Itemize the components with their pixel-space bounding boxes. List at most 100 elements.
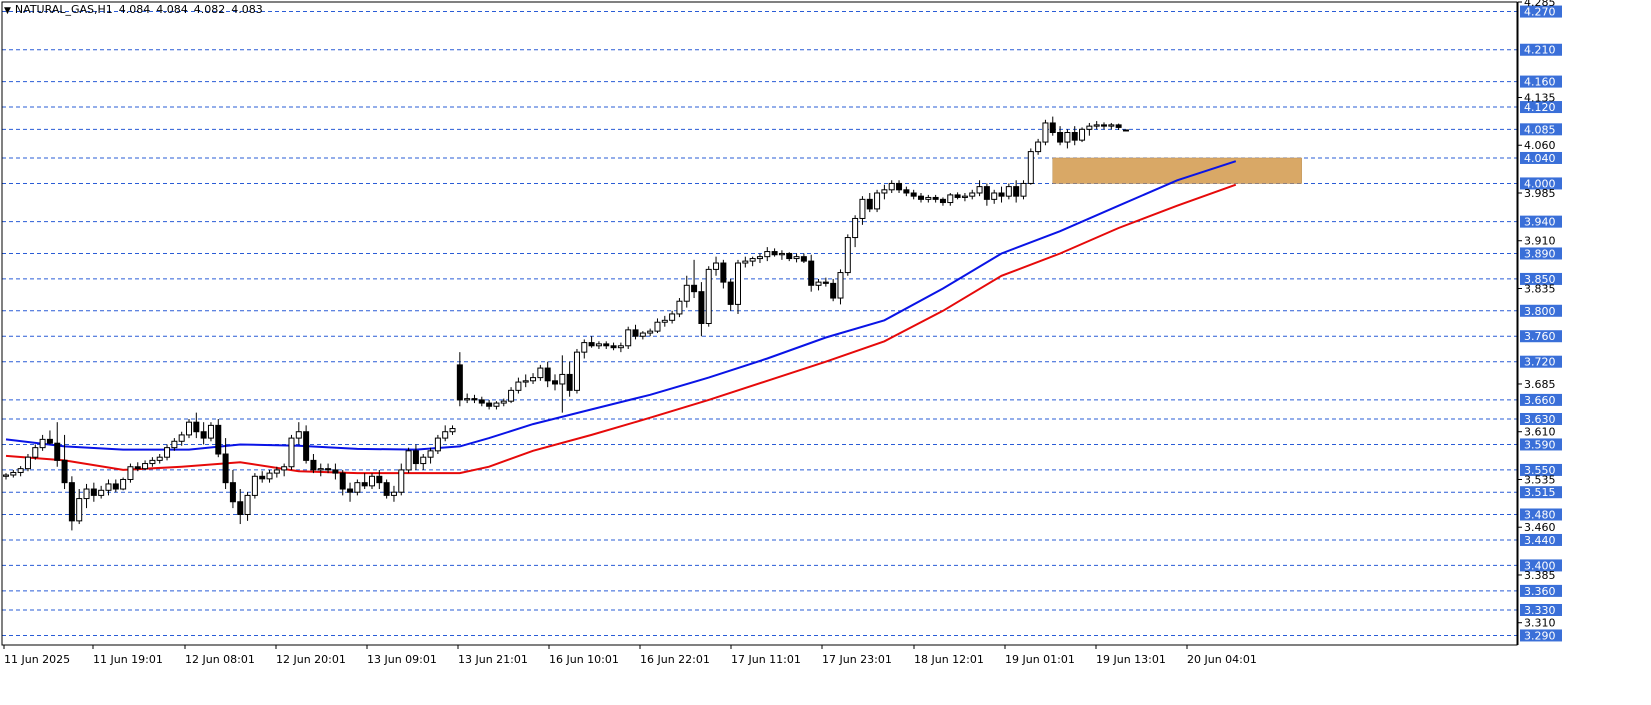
close-value: 4.083 bbox=[231, 3, 263, 16]
candle-body bbox=[471, 398, 478, 401]
chart-root: 4.270 4.210 4.160 4.120 4.085 4.040 4.000 3.940… bbox=[0, 0, 1651, 705]
candle-body bbox=[654, 321, 661, 332]
y-tick-label: 3.460 bbox=[1524, 521, 1556, 534]
candle-body bbox=[1115, 124, 1122, 128]
candle-body bbox=[661, 319, 668, 323]
x-tick-label: 11 Jun 2025 bbox=[4, 653, 70, 666]
candle-body bbox=[398, 469, 405, 493]
candle-body bbox=[1035, 141, 1042, 153]
candle-body bbox=[866, 198, 873, 210]
level-label: 3.890 bbox=[1524, 247, 1556, 260]
candle-body bbox=[559, 373, 566, 385]
y-tick-label: 4.285 bbox=[1524, 0, 1556, 9]
low-value: 4.082 bbox=[193, 3, 226, 16]
candle-body bbox=[925, 196, 932, 200]
candle-body bbox=[76, 498, 83, 522]
chevron-down-icon[interactable]: ▼ bbox=[4, 6, 11, 16]
level-label: 3.590 bbox=[1524, 438, 1556, 451]
candle-body bbox=[822, 281, 829, 284]
level-label: 4.085 bbox=[1524, 123, 1556, 136]
candle-body bbox=[705, 268, 712, 324]
candle-body bbox=[998, 192, 1005, 197]
x-tick-label: 12 Jun 08:01 bbox=[185, 653, 255, 666]
candle-body bbox=[1020, 182, 1027, 197]
candle-body bbox=[17, 468, 24, 473]
candle-body bbox=[683, 284, 690, 302]
candle-body bbox=[361, 482, 368, 487]
candle-body bbox=[46, 438, 53, 444]
level-label: 3.630 bbox=[1524, 413, 1556, 426]
candle-body bbox=[1064, 132, 1071, 143]
candle-body bbox=[193, 421, 200, 433]
candle-body bbox=[1042, 122, 1049, 143]
candle-body bbox=[347, 488, 354, 493]
candle-body bbox=[669, 313, 676, 321]
y-tick-label: 4.135 bbox=[1524, 91, 1556, 104]
x-tick-label: 17 Jun 11:01 bbox=[731, 653, 801, 666]
level-lines bbox=[2, 11, 1517, 636]
candle-body bbox=[251, 475, 258, 496]
candle-body bbox=[156, 456, 163, 461]
candle-body bbox=[456, 364, 463, 401]
time-axis: 11 Jun 2025 11 Jun 19:01 12 Jun 08:01 12 Ju… bbox=[3, 645, 1257, 666]
candle-body bbox=[976, 186, 983, 194]
candle-body bbox=[39, 438, 46, 449]
candle-body bbox=[420, 456, 427, 465]
candle-body bbox=[881, 189, 888, 194]
candle-body bbox=[632, 329, 639, 337]
candle-body bbox=[544, 367, 551, 382]
candle-body bbox=[691, 284, 698, 293]
candle-body bbox=[68, 482, 75, 522]
candle-body bbox=[369, 475, 375, 487]
x-tick-label: 13 Jun 09:01 bbox=[367, 653, 437, 666]
candle-body bbox=[530, 377, 537, 382]
candle-body bbox=[991, 192, 998, 200]
level-label: 3.660 bbox=[1524, 394, 1556, 407]
candle-body bbox=[874, 192, 881, 210]
candle-body bbox=[581, 342, 588, 353]
candles bbox=[3, 116, 1129, 531]
x-tick-label: 12 Jun 20:01 bbox=[276, 653, 346, 666]
candle-body bbox=[837, 272, 844, 299]
candle-body bbox=[229, 482, 236, 503]
y-tick-label: 3.610 bbox=[1524, 426, 1556, 439]
candle-body bbox=[1122, 129, 1129, 132]
level-label: 3.360 bbox=[1524, 585, 1556, 598]
candle-body bbox=[32, 447, 39, 458]
candle-body bbox=[844, 237, 851, 274]
candle-body bbox=[552, 380, 558, 385]
x-tick-label: 19 Jun 13:01 bbox=[1096, 653, 1166, 666]
candle-body bbox=[134, 466, 141, 470]
candle-body bbox=[756, 256, 763, 260]
x-tick-label: 17 Jun 23:01 bbox=[822, 653, 892, 666]
candle-body bbox=[332, 469, 339, 474]
level-label: 3.760 bbox=[1524, 330, 1556, 343]
candle-body bbox=[442, 431, 449, 439]
candle-body bbox=[215, 424, 222, 455]
x-tick-label: 19 Jun 01:01 bbox=[1005, 653, 1075, 666]
candle-body bbox=[815, 281, 822, 286]
candle-body bbox=[625, 329, 632, 347]
candle-body bbox=[639, 332, 646, 337]
candle-body bbox=[244, 494, 251, 515]
candle-body bbox=[515, 381, 522, 391]
candle-body bbox=[259, 475, 266, 480]
candle-body bbox=[427, 450, 434, 458]
plot-frame bbox=[1, 1, 1518, 646]
candle-body bbox=[83, 488, 90, 500]
candle-body bbox=[222, 453, 229, 484]
candle-body bbox=[288, 437, 295, 468]
candle-body bbox=[317, 468, 324, 471]
candle-body bbox=[888, 182, 895, 191]
candle-body bbox=[486, 402, 493, 407]
candle-body bbox=[1108, 124, 1115, 127]
candle-body bbox=[200, 431, 207, 439]
candle-body bbox=[764, 251, 771, 258]
candle-body bbox=[142, 463, 149, 470]
candle-body bbox=[390, 491, 397, 496]
y-tick-label: 4.060 bbox=[1524, 139, 1556, 152]
level-label: 3.515 bbox=[1524, 486, 1556, 499]
candle-body bbox=[647, 330, 654, 334]
candle-body bbox=[727, 281, 734, 305]
candle-body bbox=[573, 351, 580, 391]
